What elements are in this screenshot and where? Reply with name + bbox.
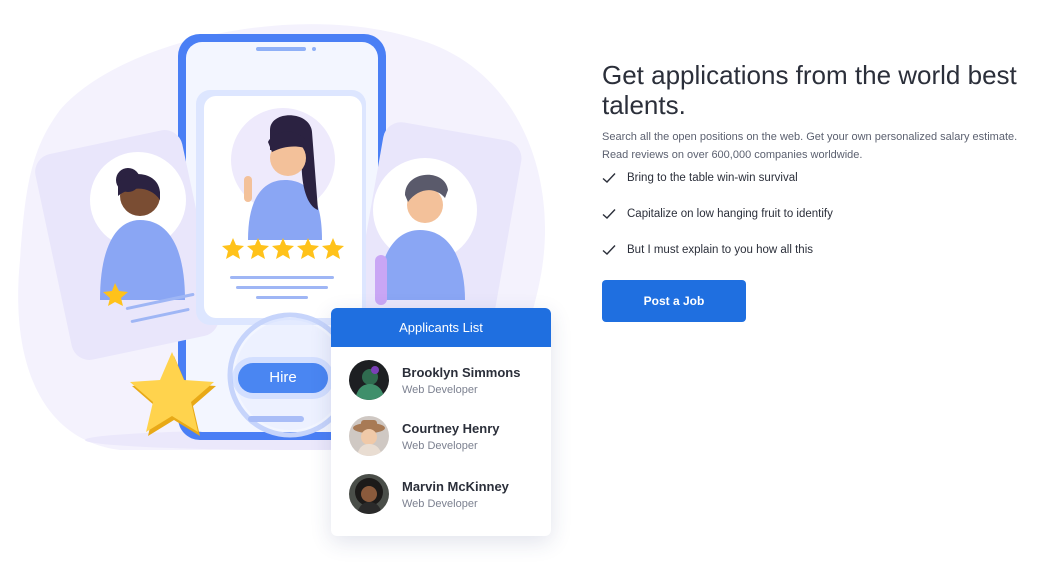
avatar <box>349 360 389 400</box>
applicant-item[interactable]: Courtney Henry Web Developer <box>349 416 539 458</box>
feature-text: Bring to the table win-win survival <box>627 172 798 184</box>
hero-content: Get applications from the world best tal… <box>602 60 1042 322</box>
hire-button[interactable]: Hire <box>238 363 328 393</box>
applicant-item[interactable]: Brooklyn Simmons Web Developer <box>349 360 539 402</box>
avatar <box>349 416 389 456</box>
post-a-job-button[interactable]: Post a Job <box>602 280 746 322</box>
feature-text: But I must explain to you how all this <box>627 244 814 256</box>
feature-list: Bring to the table win-win survival Capi… <box>602 170 1042 278</box>
applicant-role: Web Developer <box>402 440 478 452</box>
hero-description: Search all the open positions on the web… <box>602 131 1018 161</box>
applicant-name: Courtney Henry <box>402 421 500 436</box>
feature-text: Capitalize on low hanging fruit to ident… <box>627 208 833 220</box>
applicant-name: Marvin McKinney <box>402 479 509 494</box>
avatar <box>349 474 389 514</box>
applicant-role: Web Developer <box>402 498 478 510</box>
feature-item: Bring to the table win-win survival <box>602 170 1042 206</box>
page-title: Get applications from the world best tal… <box>602 60 1017 120</box>
applicants-list-card: Applicants List Brooklyn Simmons Web Dev… <box>331 308 551 536</box>
checkmark-icon <box>602 245 616 255</box>
applicant-role: Web Developer <box>402 384 478 396</box>
applicant-name: Brooklyn Simmons <box>402 365 521 380</box>
checkmark-icon <box>602 209 616 219</box>
checkmark-icon <box>602 173 616 183</box>
center-profile-card <box>196 90 366 325</box>
feature-item: But I must explain to you how all this <box>602 242 1042 278</box>
feature-item: Capitalize on low hanging fruit to ident… <box>602 206 1042 242</box>
applicant-item[interactable]: Marvin McKinney Web Developer <box>349 474 539 516</box>
applicants-list-title: Applicants List <box>331 308 551 347</box>
